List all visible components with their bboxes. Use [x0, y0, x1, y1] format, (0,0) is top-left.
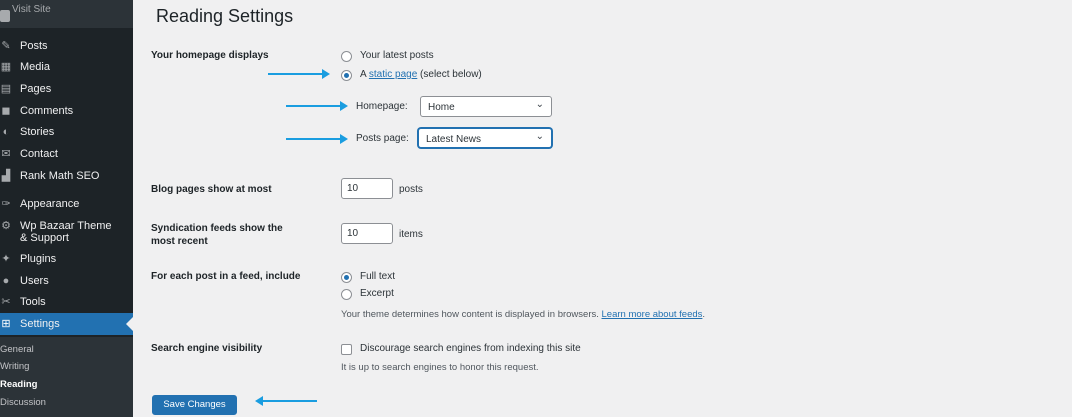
excerpt-label: Excerpt	[360, 288, 394, 299]
blog-pages-input[interactable]: 10	[341, 178, 393, 199]
search-visibility-description: It is up to search engines to honor this…	[341, 362, 539, 373]
chevron-down-icon: ⌄	[535, 131, 544, 142]
static-page-option: A static page (select below)	[360, 69, 482, 80]
syndication-label-line1: Syndication feeds show the	[151, 223, 283, 234]
static-page-suffix: (select below)	[417, 69, 482, 80]
homepage-displays-label: Your homepage displays	[151, 50, 269, 61]
plugins-icon: ✦	[1, 253, 11, 265]
home-icon	[0, 10, 10, 22]
syndication-input[interactable]: 10	[341, 223, 393, 244]
arrow-head	[340, 134, 348, 144]
annotation-arrow	[286, 134, 348, 144]
arrow-head	[322, 69, 330, 79]
sidebar-item-label: Settings	[20, 318, 60, 330]
media-icon: ▦	[0, 61, 12, 73]
page-title: Reading Settings	[156, 6, 294, 26]
syndication-label-line2: most recent	[151, 236, 208, 247]
feed-description-period: .	[702, 309, 706, 320]
stories-icon: ◐	[2, 126, 10, 138]
submenu-item-discussion[interactable]: Discussion	[0, 397, 46, 408]
static-page-prefix: A	[360, 69, 369, 80]
sidebar-item-settings[interactable]: ⊞ Settings	[0, 313, 133, 335]
static-page-radio[interactable]	[341, 70, 352, 81]
sidebar-item-label: Contact	[20, 148, 58, 160]
pages-icon: ▤	[0, 83, 12, 95]
sidebar-item-label: Stories	[20, 126, 55, 138]
tools-icon: ✂	[1, 296, 11, 308]
settings-submenu: General Writing Reading Discussion	[0, 337, 133, 417]
discourage-search-label: Discourage search engines from indexing …	[360, 343, 581, 354]
homepage-select-label: Homepage:	[356, 101, 408, 112]
sidebar-item-label-line2: & Support	[20, 232, 69, 244]
posts-page-select[interactable]: Latest News ⌄	[418, 128, 552, 148]
settings-icon: ⊞	[1, 318, 11, 330]
latest-posts-radio[interactable]	[341, 51, 352, 62]
comments-icon: ◼	[1, 105, 11, 117]
learn-more-feeds-link[interactable]: Learn more about feeds	[602, 309, 703, 320]
sidebar-item-label: Rank Math SEO	[20, 170, 100, 182]
appearance-icon: ✑	[1, 198, 11, 210]
posts-page-select-label: Posts page:	[356, 133, 409, 144]
sidebar-item-label: Media	[20, 61, 50, 73]
sidebar-item-label: Pages	[20, 83, 52, 95]
active-indicator	[126, 317, 133, 331]
blog-pages-unit: posts	[399, 184, 423, 195]
arrow-head	[340, 101, 348, 111]
full-text-label: Full text	[360, 271, 396, 282]
chevron-down-icon: ⌄	[535, 99, 544, 110]
blog-pages-label: Blog pages show at most	[151, 184, 272, 195]
sidebar-item-label: Users	[20, 275, 49, 287]
sidebar-top-bar: Visit Site	[0, 0, 133, 28]
theme-support-icon: ⚙	[1, 220, 11, 232]
annotation-arrow	[286, 101, 348, 111]
submenu-item-general[interactable]: General	[0, 344, 34, 355]
annotation-arrow	[268, 69, 330, 79]
full-text-radio[interactable]	[341, 272, 352, 283]
annotation-arrow	[255, 396, 317, 406]
sidebar-item-label: Posts	[20, 40, 48, 52]
arrow-head	[255, 396, 263, 406]
submenu-item-writing[interactable]: Writing	[0, 361, 29, 372]
feed-description: Your theme determines how content is dis…	[341, 309, 705, 320]
contact-icon: ✉	[1, 148, 11, 160]
rank-math-icon: ▟	[1, 170, 11, 182]
posts-page-select-value: Latest News	[426, 134, 482, 145]
latest-posts-label: Your latest posts	[360, 50, 434, 61]
sidebar-item-theme-support[interactable]: ⚙ Wp Bazaar Theme & Support	[0, 220, 133, 246]
submenu-item-reading[interactable]: Reading	[0, 379, 37, 390]
feed-description-text: Your theme determines how content is dis…	[341, 309, 602, 320]
visit-site-link[interactable]: Visit Site	[12, 4, 51, 15]
save-changes-button[interactable]: Save Changes	[152, 395, 237, 415]
homepage-select[interactable]: Home ⌄	[420, 96, 552, 117]
static-page-link[interactable]: static page	[369, 69, 417, 80]
users-icon: ●	[2, 275, 10, 287]
excerpt-radio[interactable]	[341, 289, 352, 300]
discourage-search-checkbox[interactable]	[341, 344, 352, 355]
admin-sidebar: Visit Site ✎ Posts ▦ Media ▤ Pages ◼ Com…	[0, 0, 133, 417]
pushpin-icon: ✎	[1, 40, 11, 52]
syndication-unit: items	[399, 229, 423, 240]
sidebar-item-label: Plugins	[20, 253, 57, 265]
feed-include-label: For each post in a feed, include	[151, 271, 301, 282]
sidebar-item-label: Appearance	[20, 198, 80, 210]
sidebar-item-label: Tools	[20, 296, 46, 308]
homepage-select-value: Home	[428, 102, 455, 113]
sidebar-item-label: Comments	[20, 105, 74, 117]
search-visibility-label: Search engine visibility	[151, 343, 263, 354]
